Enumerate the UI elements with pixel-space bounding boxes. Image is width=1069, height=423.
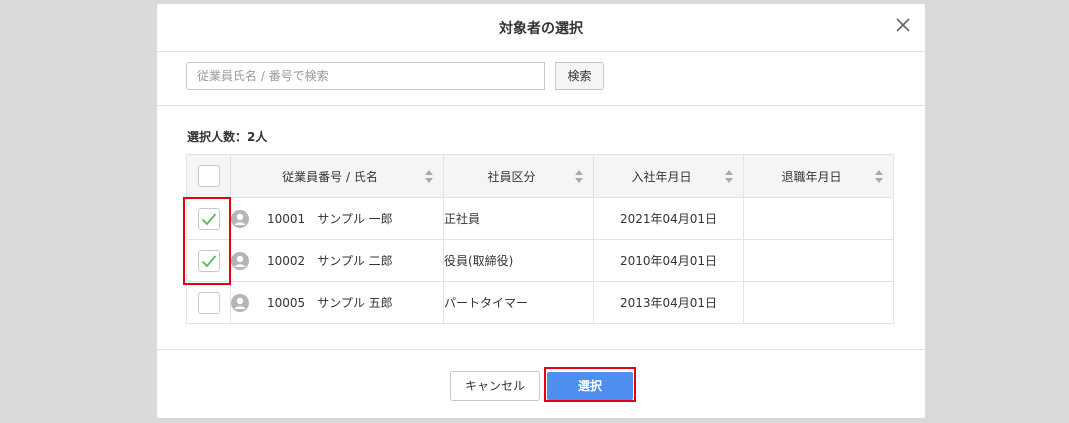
employee-table: 従業員番号 / 氏名 社員区分 入社年月日 退職年月日 10001 サンプル 一… [186, 154, 894, 324]
dialog-header: 対象者の選択 [157, 4, 925, 52]
column-header-category[interactable]: 社員区分 [443, 154, 594, 198]
sort-icon [875, 170, 883, 183]
dialog-footer: キャンセル 選択 [157, 349, 925, 419]
table-header-row: 従業員番号 / 氏名 社員区分 入社年月日 退職年月日 [186, 154, 894, 198]
table-row[interactable]: 10002 サンプル 二郎 役員(取締役) 2010年04月01日 [186, 239, 894, 282]
employee-name: サンプル 二郎 [317, 254, 393, 268]
employee-select-dialog: 対象者の選択 検索 選択人数：2人 従業員番号 / 氏名 [157, 4, 925, 418]
column-label: 従業員番号 / 氏名 [282, 169, 378, 184]
sort-icon [575, 170, 583, 183]
table-row[interactable]: 10005 サンプル 五郎 パートタイマー 2013年04月01日 [186, 281, 894, 324]
dialog-title: 対象者の選択 [499, 21, 583, 37]
employee-category: パートタイマー [443, 281, 594, 324]
select-all-checkbox[interactable] [197, 165, 220, 187]
employee-cell: 10005 サンプル 五郎 [230, 281, 444, 324]
search-input[interactable] [186, 62, 545, 90]
row-select-cell [186, 197, 231, 240]
user-avatar-icon [231, 209, 249, 228]
retire-date [743, 281, 894, 324]
employee-category: 役員(取締役) [443, 239, 594, 282]
select-all-cell [186, 154, 231, 198]
sort-icon [725, 170, 733, 183]
user-avatar-icon [231, 251, 249, 270]
selected-count-value: 2人 [247, 130, 268, 144]
column-header-retire-date[interactable]: 退職年月日 [743, 154, 894, 198]
selected-count: 選択人数：2人 [187, 128, 267, 145]
retire-date [743, 197, 894, 240]
employee-number: 10001 [267, 211, 306, 226]
search-area: 検索 [157, 52, 925, 106]
selected-count-label: 選択人数： [187, 130, 248, 144]
employee-name: サンプル 五郎 [317, 296, 393, 310]
column-label: 社員区分 [487, 169, 536, 184]
row-checkbox[interactable] [197, 249, 220, 272]
employee-cell: 10001 サンプル 一郎 [230, 197, 444, 240]
column-label: 退職年月日 [781, 169, 842, 184]
select-button[interactable]: 選択 [547, 372, 633, 400]
column-header-hire-date[interactable]: 入社年月日 [593, 154, 744, 198]
close-icon[interactable] [893, 15, 913, 35]
employee-category: 正社員 [443, 197, 594, 240]
hire-date: 2013年04月01日 [593, 281, 744, 324]
row-select-cell [186, 239, 231, 282]
user-avatar-icon [231, 293, 249, 312]
column-header-employee[interactable]: 従業員番号 / 氏名 [230, 154, 444, 198]
table-row[interactable]: 10001 サンプル 一郎 正社員 2021年04月01日 [186, 197, 894, 240]
row-checkbox[interactable] [197, 291, 220, 314]
hire-date: 2021年04月01日 [593, 197, 744, 240]
employee-name: サンプル 一郎 [317, 212, 393, 226]
search-button[interactable]: 検索 [555, 62, 604, 90]
retire-date [743, 239, 894, 282]
employee-number: 10002 [267, 253, 306, 268]
column-label: 入社年月日 [631, 169, 692, 184]
row-select-cell [186, 281, 231, 324]
employee-cell: 10002 サンプル 二郎 [230, 239, 444, 282]
cancel-button[interactable]: キャンセル [450, 371, 540, 401]
check-icon [201, 212, 216, 225]
hire-date: 2010年04月01日 [593, 239, 744, 282]
sort-icon [425, 170, 433, 183]
check-icon [201, 254, 216, 267]
row-checkbox[interactable] [197, 207, 220, 230]
employee-number: 10005 [267, 295, 306, 310]
